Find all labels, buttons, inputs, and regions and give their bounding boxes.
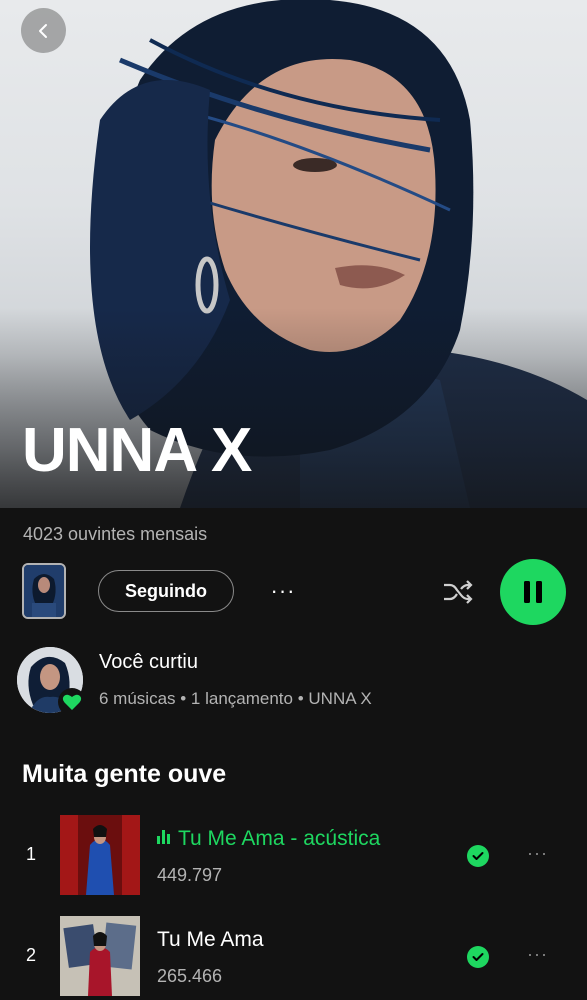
more-options-button[interactable]: ··· — [262, 575, 304, 607]
artist-name: UNNA X — [22, 416, 252, 485]
track-more-button[interactable]: ··· — [527, 944, 548, 965]
liked-songs-title[interactable]: Você curtiu — [99, 651, 198, 674]
heart-icon — [62, 694, 82, 710]
shuffle-icon — [444, 580, 473, 604]
artist-cover-thumbnail[interactable] — [22, 563, 66, 619]
track-artwork-image — [60, 916, 140, 996]
shuffle-button[interactable] — [438, 574, 478, 610]
saved-check-button[interactable] — [467, 946, 489, 968]
now-playing-equalizer-icon — [157, 830, 170, 844]
track-number: 1 — [26, 844, 37, 864]
following-button[interactable]: Seguindo — [98, 570, 234, 612]
artist-hero: UNNA X — [0, 0, 587, 508]
track-title[interactable]: Tu Me Ama — [157, 928, 264, 952]
track-row[interactable]: 2 Tu Me Ama 265.466 ··· — [0, 916, 587, 996]
saved-check-button[interactable] — [467, 845, 489, 867]
check-icon — [472, 852, 484, 860]
track-artwork — [60, 815, 140, 895]
cover-image — [24, 565, 64, 617]
pause-button[interactable] — [500, 559, 566, 625]
track-artwork — [60, 916, 140, 996]
track-title-text: Tu Me Ama - acústica — [178, 827, 381, 850]
track-play-count: 449.797 — [157, 865, 223, 885]
track-number: 2 — [26, 945, 37, 965]
track-artwork-image — [60, 815, 140, 895]
popular-section-title: Muita gente ouve — [22, 760, 227, 788]
track-more-button[interactable]: ··· — [527, 843, 548, 864]
check-icon — [472, 953, 484, 961]
track-play-count: 265.466 — [157, 966, 223, 986]
pause-icon — [524, 581, 542, 603]
liked-songs-subtitle: 6 músicas • 1 lançamento • UNNA X — [99, 689, 372, 708]
track-row[interactable]: 1 Tu Me Ama - acústica 449.797 ··· — [0, 815, 587, 895]
back-arrow-icon — [38, 23, 47, 38]
liked-heart-badge — [58, 688, 86, 716]
monthly-listeners: 4023 ouvintes mensais — [23, 524, 208, 544]
track-title[interactable]: Tu Me Ama - acústica — [157, 827, 380, 851]
back-button[interactable] — [21, 8, 66, 53]
